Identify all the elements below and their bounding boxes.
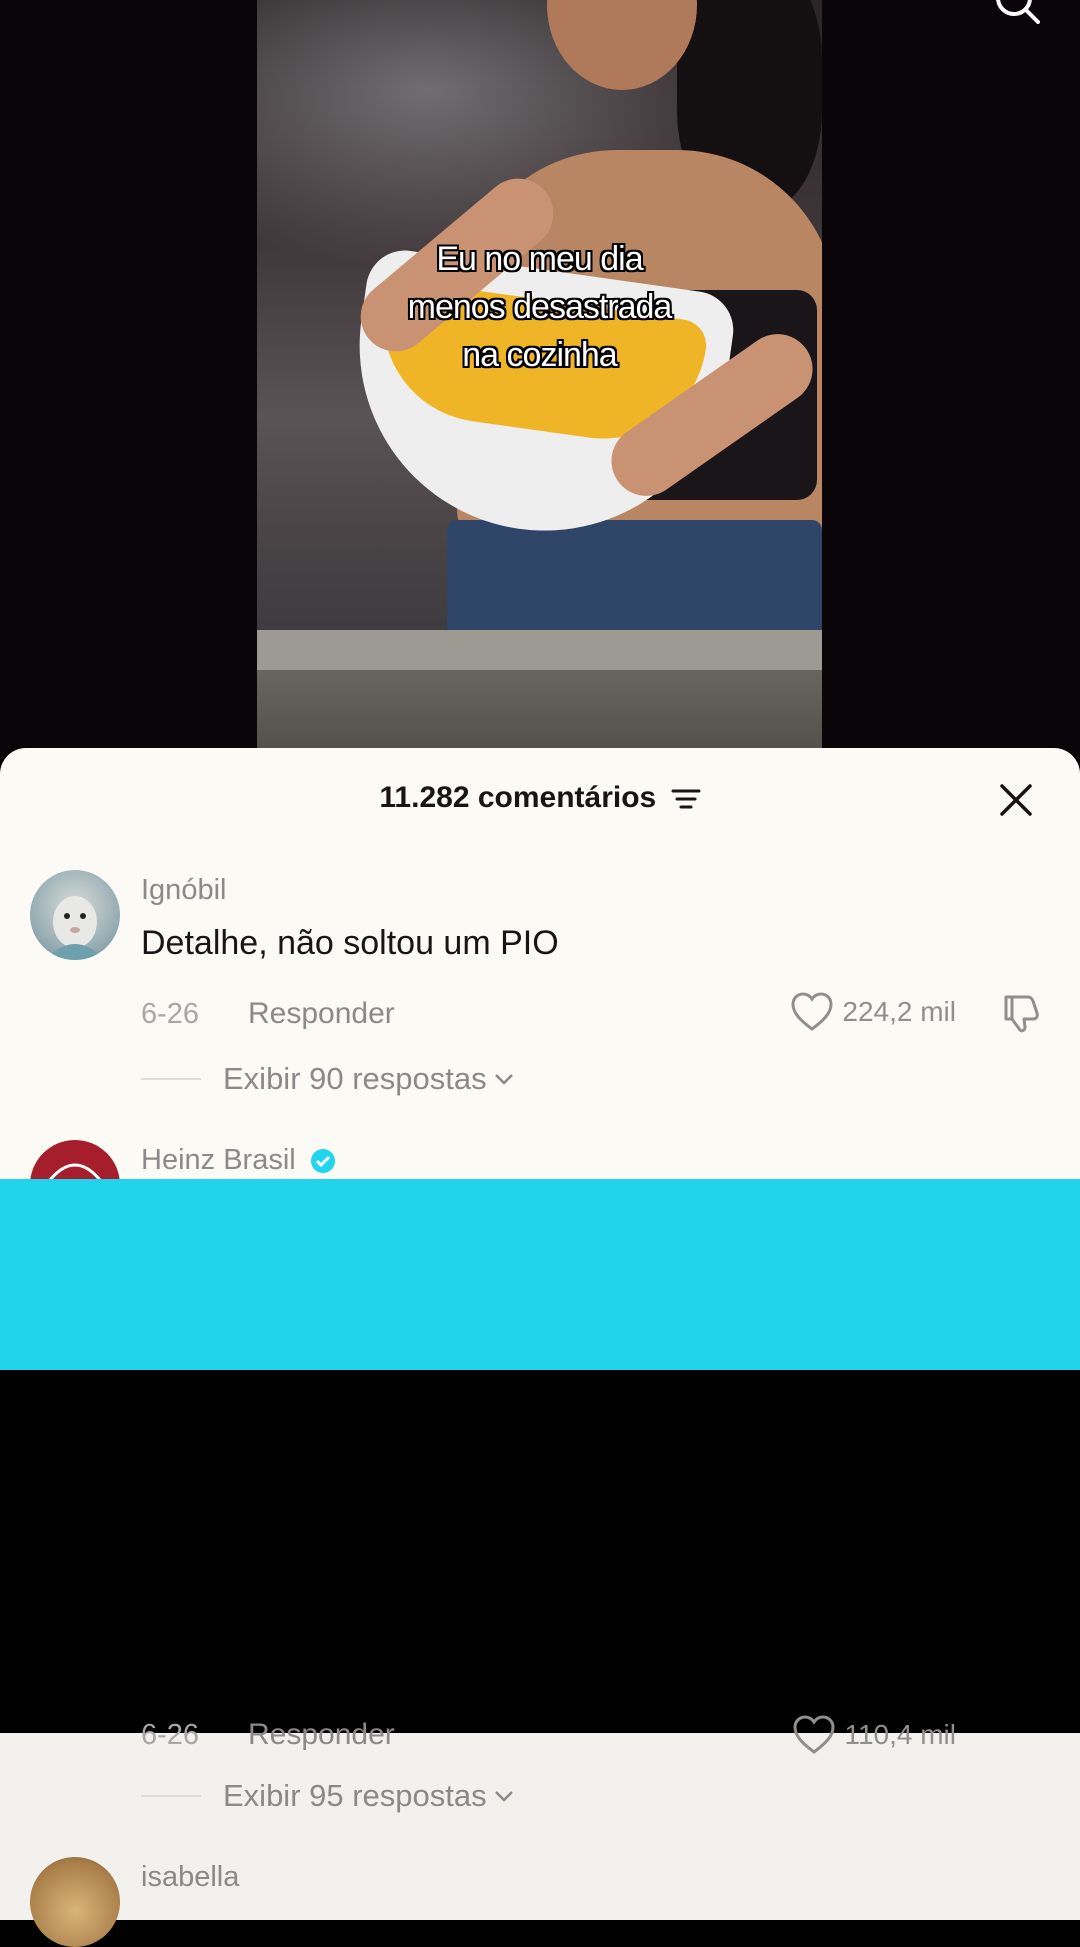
view-replies-button[interactable]: Exibir 90 respostas (141, 1061, 515, 1097)
video-caption: Eu no meu dia menos desastrada na cozinh… (407, 240, 673, 374)
reply-button[interactable]: Responder (248, 1718, 395, 1752)
avatar[interactable] (30, 870, 120, 960)
close-icon (1000, 784, 1032, 816)
comments-count: 11.282 comentários (379, 781, 657, 814)
search-icon[interactable] (994, 0, 1040, 24)
like-count: 224,2 mil (842, 996, 956, 1027)
ad-banner[interactable] (0, 1179, 1080, 1370)
like-button[interactable]: 110,4 mil (792, 1715, 956, 1755)
like-button[interactable]: 224,2 mil (790, 992, 956, 1032)
view-replies-label: Exibir 95 respostas (223, 1778, 487, 1813)
comment-date: 6-26 (141, 1719, 200, 1751)
comments-header: 11.282 comentários (0, 748, 1080, 852)
comment-text: Detalhe, não soltou um PIO (141, 924, 559, 962)
reply-button[interactable]: Responder (248, 997, 395, 1031)
heart-icon (793, 1715, 835, 1754)
close-button[interactable] (994, 778, 1038, 822)
comment-author[interactable]: isabella (141, 1861, 239, 1894)
heart-icon (791, 992, 833, 1031)
comment-date: 6-26 (141, 998, 200, 1030)
view-replies-label: Exibir 90 respostas (223, 1061, 487, 1096)
filter-icon[interactable] (671, 787, 701, 811)
overlay-block (0, 1370, 1080, 1733)
video-player[interactable]: Eu no meu dia menos desastrada na cozinh… (0, 0, 1080, 760)
comments-count-title[interactable]: 11.282 comentários (0, 781, 1080, 815)
verified-icon (310, 1149, 335, 1174)
chevron-down-icon (494, 1074, 513, 1085)
comment-author[interactable]: Ignóbil (141, 874, 226, 907)
avatar[interactable] (30, 1857, 120, 1947)
dislike-icon[interactable] (1000, 993, 1042, 1035)
video-frame (257, 0, 822, 760)
view-replies-button[interactable]: Exibir 95 respostas (141, 1778, 515, 1814)
comment-author[interactable]: Heinz Brasil (141, 1144, 336, 1177)
like-count: 110,4 mil (844, 1719, 956, 1750)
comments-sheet-lower: 6-26 Responder 110,4 mil Exibir 95 respo… (0, 1715, 1080, 1947)
chevron-down-icon (494, 1791, 513, 1802)
